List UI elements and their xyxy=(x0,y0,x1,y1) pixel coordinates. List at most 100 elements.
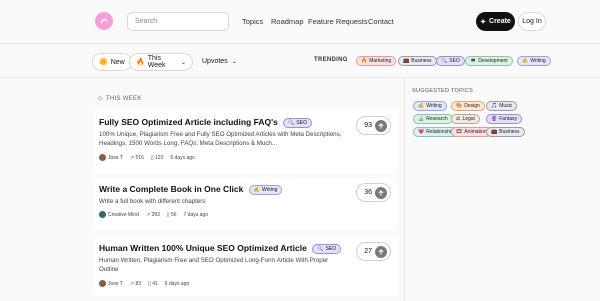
topic-icon: 🎵 xyxy=(491,103,498,109)
post-time: 7 days ago xyxy=(183,211,208,218)
arrow-icon: ↗ xyxy=(129,154,135,161)
saves-count: ▯ 41 xyxy=(148,280,158,287)
period-label: This Week xyxy=(147,55,166,69)
post-tag[interactable]: 🔍 SEO xyxy=(312,244,341,254)
trending-tag-writing[interactable]: ✍ Writing xyxy=(517,56,551,66)
suggested-tag-legal[interactable]: ⚖ Legal xyxy=(451,114,480,124)
period-dropdown[interactable]: 🔥 This Week ⌄ xyxy=(129,53,193,71)
topic-icon: 🔥 xyxy=(361,58,368,64)
trending-label: TRENDING xyxy=(314,57,348,63)
post-time: 6 days ago xyxy=(170,154,195,161)
avatar xyxy=(99,154,106,161)
topic-icon: ✍ xyxy=(522,58,529,64)
tag-label: Music xyxy=(499,103,513,109)
avatar xyxy=(99,280,106,287)
topic-icon: 💼 xyxy=(491,129,498,135)
arrow-up-icon xyxy=(375,119,387,132)
diamond-icon: ◇ xyxy=(98,96,103,102)
bookmark-icon: ▯ xyxy=(148,280,151,287)
vote-count: 27 xyxy=(364,248,372,255)
new-filter-button[interactable]: 🌼 New xyxy=(92,53,132,71)
author[interactable]: Jose T xyxy=(99,154,123,161)
create-button[interactable]: ✦ Create xyxy=(476,12,515,31)
views-count: ↗ 83 xyxy=(129,280,142,287)
tag-label: SEO xyxy=(449,58,460,64)
tag-label: Relationship xyxy=(426,129,454,135)
arrow-icon: ↗ xyxy=(129,280,135,287)
post-card[interactable]: Fully SEO Optimized Article including FA… xyxy=(93,108,398,174)
trending-tag-development[interactable]: 💻 Development xyxy=(465,56,513,66)
upvote-button[interactable]: 27 xyxy=(356,242,391,261)
saves-count: ▯ 56 xyxy=(166,211,177,218)
trending-tag-marketing[interactable]: 🔥 Marketing xyxy=(356,56,397,66)
tag-label: Legal xyxy=(462,116,475,122)
arrow-up-icon xyxy=(375,186,387,199)
vote-count: 93 xyxy=(364,122,372,129)
search-input[interactable]: Search xyxy=(127,12,229,31)
bookmark-icon: ▯ xyxy=(150,154,154,161)
topic-icon: 💗 xyxy=(418,129,425,135)
post-tag[interactable]: ✍ Writing xyxy=(248,185,283,195)
tag-label: Research xyxy=(426,116,448,122)
tag-label: Animation xyxy=(464,129,487,135)
logo-icon[interactable] xyxy=(95,12,113,30)
post-title[interactable]: Human Written 100% Unique SEO Optimized … xyxy=(99,243,341,255)
login-button[interactable]: Log In xyxy=(518,12,546,31)
topic-icon: 🔬 xyxy=(418,116,425,122)
suggested-tag-writing[interactable]: ✍ Writing xyxy=(413,101,447,111)
vote-count: 36 xyxy=(364,189,372,196)
tag-label: Marketing xyxy=(369,58,392,64)
suggested-tag-research[interactable]: 🔬 Research xyxy=(413,114,453,124)
upvote-button[interactable]: 93 xyxy=(356,116,391,135)
suggested-tag-music[interactable]: 🎵 Music xyxy=(486,101,518,111)
chevron-down-icon: ⌄ xyxy=(231,59,237,65)
post-title[interactable]: Fully SEO Optimized Article including FA… xyxy=(99,117,312,129)
bookmark-icon: ▯ xyxy=(166,211,170,218)
suggested-tag-business[interactable]: 💼 Business xyxy=(486,127,525,137)
trending-tag-business[interactable]: 💼 Business xyxy=(398,56,437,66)
views-count: ↗ 516 xyxy=(129,154,144,161)
suggested-tag-design[interactable]: 🎨 Design xyxy=(451,101,485,111)
create-label: Create xyxy=(489,18,511,25)
new-label: New xyxy=(110,58,125,66)
topic-icon: 🔍 xyxy=(441,58,448,64)
section-label: ◇ THIS WEEK xyxy=(98,95,142,103)
sort-dropdown[interactable]: Upvotes ⌄ xyxy=(202,58,237,65)
suggested-tag-fantasy[interactable]: 🔮 Fantasy xyxy=(486,114,523,124)
arrow-icon: ↗ xyxy=(145,211,151,218)
post-description: Human Written, Plagiarism Free and SEO O… xyxy=(99,257,329,273)
trending-tag-seo[interactable]: 🔍 SEO xyxy=(436,56,465,66)
topic-icon: 💼 xyxy=(403,58,410,64)
new-icon: 🌼 xyxy=(99,59,108,66)
author[interactable]: Jose T xyxy=(99,280,123,287)
tag-label: Development xyxy=(478,58,508,64)
tag-label: Business xyxy=(411,58,432,64)
post-tag[interactable]: 🔍 SEO xyxy=(283,118,312,128)
tag-label: Writing xyxy=(426,103,442,109)
suggested-topics-label: SUGGESTED TOPICS xyxy=(412,88,474,94)
nav-feature-requests[interactable]: Feature Requests xyxy=(308,17,368,26)
post-card[interactable]: Human Written 100% Unique SEO Optimized … xyxy=(93,236,398,296)
views-count: ↗ 393 xyxy=(145,211,160,218)
nav-contact[interactable]: Contact xyxy=(368,17,394,26)
section-label-text: THIS WEEK xyxy=(105,95,142,102)
saves-count: ▯ 120 xyxy=(150,154,164,161)
chevron-down-icon: ⌄ xyxy=(180,59,186,66)
post-description: Write a full book with different chapter… xyxy=(99,198,206,205)
post-time: 6 days ago xyxy=(164,280,190,287)
post-card[interactable]: Write a Complete Book in One Click ✍ Writ… xyxy=(93,178,398,230)
post-meta: Creative Mind ↗ 393 ▯ 56 7 days ago xyxy=(99,211,208,218)
sort-label: Upvotes xyxy=(202,58,228,65)
tag-label: Business xyxy=(499,129,520,135)
author[interactable]: Creative Mind xyxy=(99,211,139,218)
upvote-button[interactable]: 36 xyxy=(356,183,391,202)
fire-icon: 🔥 xyxy=(136,59,145,66)
topic-icon: 🔮 xyxy=(491,116,498,122)
top-header: Search Topics Roadmap Feature Requests C… xyxy=(0,0,600,44)
column-divider xyxy=(404,78,405,301)
post-meta: Jose T ↗ 83 ▯ 41 6 days ago xyxy=(99,280,189,287)
tag-label: Fantasy xyxy=(499,116,518,122)
post-title[interactable]: Write a Complete Book in One Click ✍ Writ… xyxy=(99,184,283,196)
nav-roadmap[interactable]: Roadmap xyxy=(271,17,304,26)
nav-topics[interactable]: Topics xyxy=(242,17,263,26)
